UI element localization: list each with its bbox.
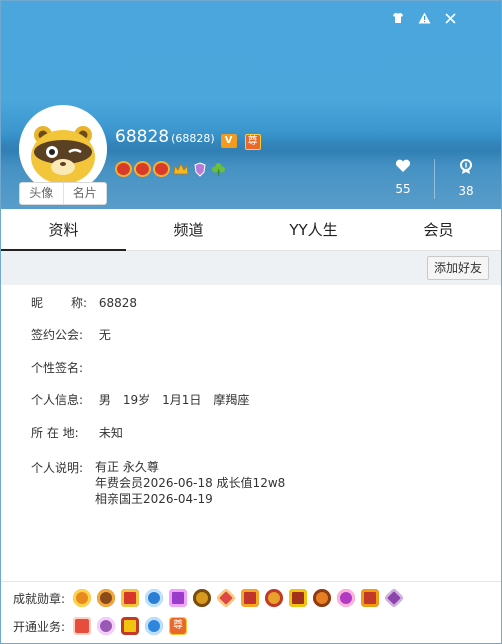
- nickname-label: 昵称:: [31, 296, 88, 310]
- crown-medal-icon[interactable]: [153, 161, 170, 177]
- gold-crown-icon[interactable]: [172, 161, 189, 177]
- medal-icon[interactable]: [241, 589, 259, 607]
- signature-label: 个性签名:: [31, 361, 84, 375]
- medal-icon[interactable]: [215, 587, 237, 609]
- tab-profile[interactable]: 资料: [1, 209, 126, 251]
- profile-tabs: 资料 频道 YY人生 会员: [1, 209, 501, 251]
- profile-window: 头像 名片 68828 (68828) V 尊 55 38 资料 频道 YY人生…: [0, 0, 502, 644]
- clover-medal-icon[interactable]: [210, 161, 227, 177]
- age-value: 19岁: [122, 393, 151, 407]
- vip-service-icon[interactable]: [73, 617, 91, 635]
- yy-id: (68828): [171, 132, 215, 145]
- zun-badge-icon[interactable]: 尊: [244, 134, 261, 150]
- birthday-value: 1月1日: [162, 393, 202, 407]
- description-value: 有正 永久尊 年费会员2026-06-18 成长值12w8 相亲国王2026-0…: [95, 459, 285, 507]
- gender-value: 男: [98, 393, 111, 407]
- guild-label: 签约公会:: [31, 328, 84, 342]
- medal-icon[interactable]: [289, 589, 307, 607]
- close-icon[interactable]: [437, 9, 463, 27]
- nickname: 68828: [115, 127, 170, 147]
- fans-stat[interactable]: 38: [436, 159, 496, 198]
- signature-row: 个性签名:: [31, 359, 95, 376]
- shield-medal-icon[interactable]: [191, 161, 208, 177]
- medal-icon[interactable]: [265, 589, 283, 607]
- footer-divider: [1, 581, 501, 582]
- location-row: 所 在 地: 未知: [31, 424, 123, 441]
- nickname-value: 68828: [98, 296, 138, 310]
- window-controls: [385, 9, 463, 27]
- personal-info-value: 男 19岁 1月1日 摩羯座: [99, 393, 250, 407]
- description-line: 相亲国王2026-04-19: [95, 492, 213, 506]
- crown-medal-icon[interactable]: [134, 161, 151, 177]
- nickname-row: 昵称: 68828: [31, 294, 137, 311]
- avatar-tab[interactable]: 头像: [20, 183, 63, 204]
- medal-icon[interactable]: [121, 589, 139, 607]
- header-medals: [115, 161, 227, 177]
- description-line: 有正 永久尊: [95, 460, 159, 474]
- user-name-line: 68828 (68828) V 尊: [115, 127, 261, 150]
- fans-count: 38: [458, 184, 474, 198]
- description-line: 年费会员2026-06-18 成长值12w8: [95, 476, 286, 490]
- zodiac-value: 摩羯座: [213, 393, 250, 407]
- medal-icon[interactable]: [337, 589, 355, 607]
- action-bar: 添加好友: [1, 251, 501, 285]
- zun-service-icon[interactable]: 尊: [169, 617, 187, 635]
- profile-header: 头像 名片 68828 (68828) V 尊 55 38: [1, 1, 501, 209]
- medal-icon[interactable]: [73, 589, 91, 607]
- skin-icon[interactable]: [385, 9, 411, 27]
- tab-membership[interactable]: 会员: [376, 209, 501, 250]
- fans-ribbon-icon: [460, 159, 472, 174]
- likes-count: 55: [395, 182, 411, 196]
- tab-channel[interactable]: 频道: [126, 209, 251, 250]
- achievement-medals-row: 成就勋章:: [13, 587, 409, 609]
- report-icon[interactable]: [411, 9, 437, 27]
- personal-info-row: 个人信息: 男 19岁 1月1日 摩羯座: [31, 391, 249, 408]
- services-label: 开通业务:: [13, 619, 66, 634]
- card-tab[interactable]: 名片: [62, 183, 107, 204]
- description-row: 个人说明: 有正 永久尊 年费会员2026-06-18 成长值12w8 相亲国王…: [31, 459, 285, 506]
- medal-icon[interactable]: [145, 589, 163, 607]
- medal-icon[interactable]: [169, 589, 187, 607]
- avatar-tabs: 头像 名片: [19, 182, 107, 205]
- purple-diamond-service-icon[interactable]: [97, 617, 115, 635]
- guild-value: 无: [98, 328, 111, 342]
- medal-icon[interactable]: [361, 589, 379, 607]
- avatar[interactable]: [19, 105, 107, 193]
- medal-icon[interactable]: [313, 589, 331, 607]
- vip-badge-icon[interactable]: V: [220, 134, 237, 148]
- medal-icon[interactable]: [97, 589, 115, 607]
- location-label: 所 在 地:: [31, 426, 79, 440]
- description-label: 个人说明:: [31, 461, 84, 475]
- noble-service-icon[interactable]: [121, 617, 139, 635]
- medal-icon[interactable]: [193, 589, 211, 607]
- add-friend-button[interactable]: 添加好友: [426, 256, 489, 280]
- guild-row: 签约公会: 无: [31, 326, 111, 343]
- crown-medal-icon[interactable]: [115, 161, 132, 177]
- achievement-medals-label: 成就勋章:: [13, 591, 66, 606]
- services-row: 开通业务: 尊: [13, 617, 193, 635]
- blue-service-icon[interactable]: [145, 617, 163, 635]
- likes-stat[interactable]: 55: [373, 159, 433, 196]
- stat-divider: [434, 159, 435, 199]
- medal-icon[interactable]: [383, 587, 405, 609]
- tab-yy-life[interactable]: YY人生: [251, 209, 376, 250]
- heart-icon: [395, 159, 411, 172]
- location-value: 未知: [98, 426, 123, 440]
- personal-info-label: 个人信息:: [31, 393, 84, 407]
